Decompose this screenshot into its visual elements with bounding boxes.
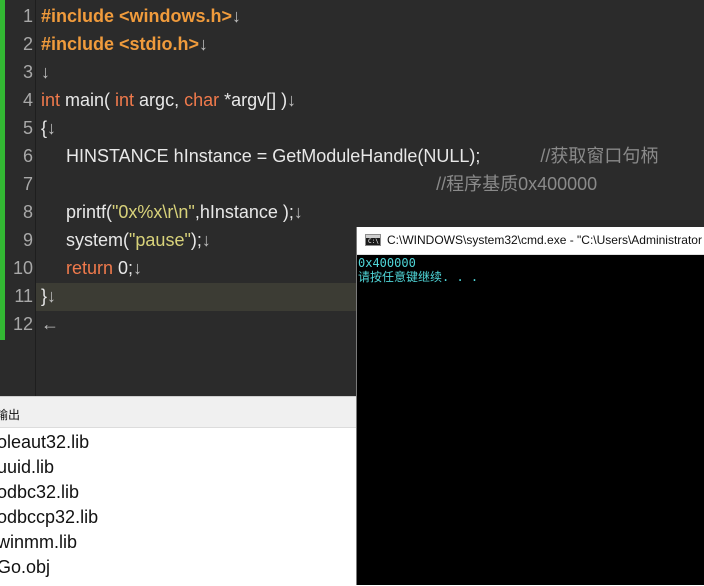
- console-title: C:\WINDOWS\system32\cmd.exe - "C:\Users\…: [387, 233, 702, 247]
- code-line[interactable]: {↓: [41, 114, 56, 142]
- line-number: 1: [22, 6, 33, 26]
- output-line: uuid.lib: [0, 457, 55, 477]
- output-line: odbc32.lib: [0, 482, 80, 502]
- code-token: ↓: [199, 34, 209, 54]
- code-line[interactable]: printf("0x%x\r\n",hInstance );↓: [41, 198, 303, 226]
- line-number: 4: [22, 90, 33, 110]
- console-line: 请按任意键继续. . .: [358, 270, 479, 284]
- code-line[interactable]: }↓: [41, 282, 56, 310]
- line-number: 5: [22, 118, 33, 138]
- code-token: int: [115, 90, 135, 110]
- code-line[interactable]: int main( int argc, char *argv[] )↓: [41, 86, 296, 114]
- code-token: 0;: [113, 258, 134, 278]
- code-line[interactable]: ↓: [41, 58, 50, 86]
- line-number: 8: [22, 202, 33, 222]
- code-token: printf(: [41, 202, 113, 222]
- code-token: ↓: [201, 230, 211, 250]
- code-token: //程序基质0x400000: [41, 174, 598, 194]
- code-line[interactable]: #include <stdio.h>↓: [41, 30, 208, 58]
- code-token: ↓: [47, 286, 57, 306]
- code-token: ←: [41, 314, 59, 334]
- code-token: return: [66, 258, 114, 278]
- code-line[interactable]: #include <windows.h>↓: [41, 2, 241, 30]
- code-line[interactable]: ←: [41, 310, 59, 338]
- output-panel: 输出 oleaut32.lib uuid.lib odbc32.lib odbccp3…: [0, 396, 356, 586]
- code-token: ↓: [287, 90, 297, 110]
- console-line: 0x400000: [358, 256, 416, 270]
- output-line: winmm.lib: [0, 532, 78, 552]
- line-number: 12: [12, 314, 33, 334]
- code-line[interactable]: HINSTANCE hInstance = GetModuleHandle(NU…: [41, 142, 658, 170]
- code-token: HINSTANCE hInstance = GetModuleHandle(NU…: [41, 146, 481, 166]
- line-number: 10: [12, 258, 33, 278]
- code-token: char: [184, 90, 220, 110]
- line-number: 7: [22, 174, 33, 194]
- code-token: ,hInstance );: [194, 202, 294, 222]
- code-line[interactable]: return 0;↓: [41, 254, 142, 282]
- line-number: 9: [22, 230, 33, 250]
- code-line[interactable]: //程序基质0x400000: [41, 170, 597, 198]
- console-titlebar[interactable]: C:\ C:\WINDOWS\system32\cmd.exe - "C:\Us…: [357, 227, 704, 255]
- code-token: ↓: [47, 118, 57, 138]
- code-token: ↓: [41, 62, 50, 82]
- code-token: );: [190, 230, 202, 250]
- line-number: 6: [22, 146, 33, 166]
- code-token: //获取窗口句柄: [480, 146, 659, 166]
- code-token: "pause": [129, 230, 191, 250]
- line-number: 3: [22, 62, 33, 82]
- code-token: ↓: [133, 258, 143, 278]
- code-token: ↓: [293, 202, 303, 222]
- code-token: #include <stdio.h>: [41, 34, 200, 54]
- output-line: odbccp32.lib: [0, 507, 99, 527]
- code-token: main(: [60, 90, 116, 110]
- line-number: 2: [22, 34, 33, 54]
- code-token: int: [41, 90, 61, 110]
- line-number: 11: [14, 286, 33, 306]
- output-line: oleaut32.lib: [0, 432, 90, 452]
- code-token: ↓: [232, 6, 242, 26]
- console-window[interactable]: C:\ C:\WINDOWS\system32\cmd.exe - "C:\Us…: [356, 227, 704, 585]
- cmd-icon: C:\: [365, 234, 381, 246]
- line-number-gutter: 1 2 3 4 5 6 7 8 9 10 11 12: [0, 0, 36, 396]
- output-panel-title: 输出: [0, 408, 21, 422]
- code-line[interactable]: system("pause");↓: [41, 226, 211, 254]
- code-token: system(: [41, 230, 130, 250]
- output-panel-header: 输出: [0, 397, 356, 428]
- code-token: #include <windows.h>: [41, 6, 233, 26]
- code-token: "0x%x\r\n": [112, 202, 195, 222]
- code-token: *argv[] ): [219, 90, 288, 110]
- output-line: Go.obj: [0, 557, 51, 577]
- code-token: argc,: [134, 90, 185, 110]
